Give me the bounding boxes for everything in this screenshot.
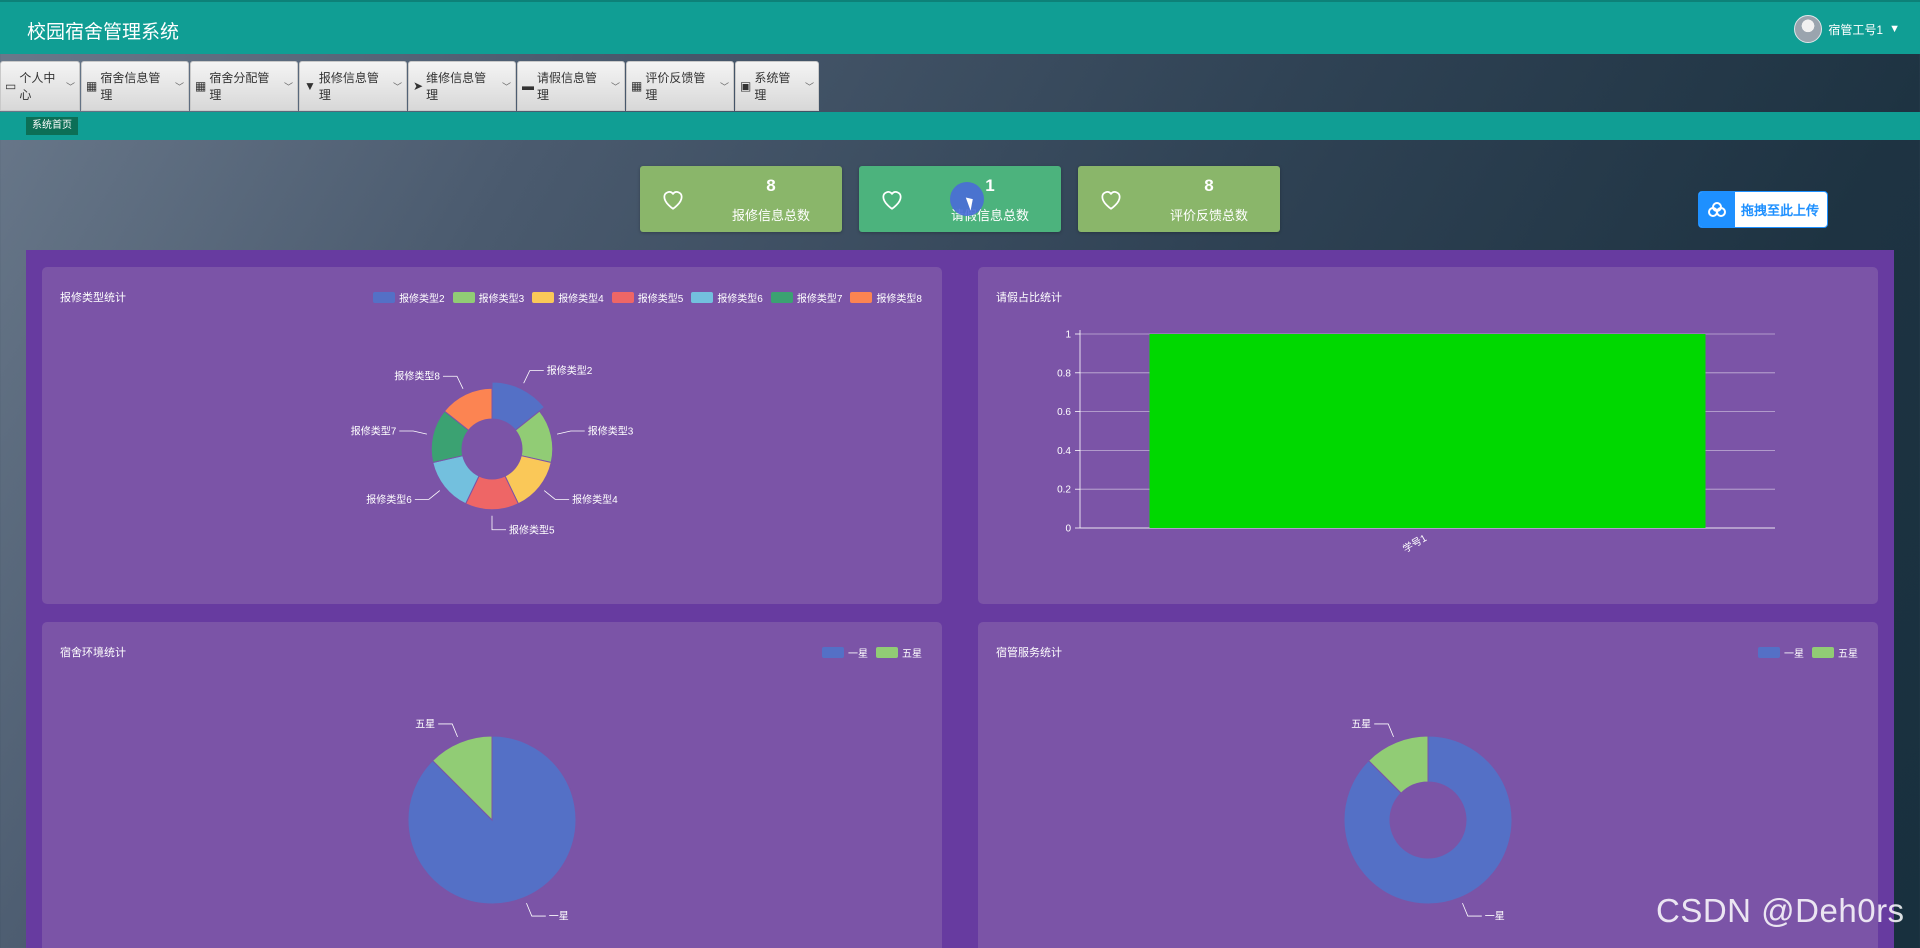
stat-value: 8	[766, 176, 776, 195]
env-chart: 一星 五星	[407, 718, 577, 923]
slice-label: 报修类型3	[588, 425, 634, 438]
y-tick-label: 0.8	[1057, 368, 1071, 379]
label-line	[414, 490, 441, 500]
slice-label: 报修类型2	[547, 364, 593, 377]
nav-item-2[interactable]: ▦ 宿舍分配管理 ﹀	[190, 61, 298, 111]
breadcrumb-home[interactable]: 系统首页	[26, 117, 78, 135]
stat-label: 请假信息总数	[950, 208, 1029, 223]
nav-item-4[interactable]: ➤ 维修信息管理 ﹀	[408, 61, 516, 111]
nav-item-5[interactable]: ▬ 请假信息管理 ﹀	[517, 61, 625, 111]
nav-item-7[interactable]: ▣ 系统管理 ﹀	[735, 61, 819, 111]
nav-item-0[interactable]: ▭ 个人中心 ﹀	[0, 61, 80, 111]
charts-area: 报修类型统计 报修类型2 报修类型3 报修类型4 报修类型5 报修类型6 报修类型7 报修类…	[26, 250, 1894, 948]
panel-env: 宿舍环境统计 一星 五星 一星 五星	[42, 622, 942, 948]
panel-leave-ratio: 请假占比统计 0 0.2 0.4 0.6 0.8 1 学号1	[978, 267, 1878, 604]
repair-type-chart: 报修类型2 报修类型3 报修类型4 报修类型5 报修类型6 报修类型7 报修类型8	[351, 364, 634, 536]
nav-item-label: 宿舍信息管理	[100, 71, 161, 102]
slice-label: 一星	[1485, 911, 1505, 923]
slice-label: 五星	[1351, 718, 1371, 730]
nav-item-3[interactable]: ▼ 报修信息管理 ﹀	[299, 61, 407, 111]
stat-value: 1	[985, 176, 995, 195]
slice-label: 报修类型4	[572, 493, 618, 506]
leave-ratio-chart: 0 0.2 0.4 0.6 0.8 1 学号1	[1057, 330, 1775, 555]
user-label[interactable]: 宿管工号1	[1828, 21, 1883, 38]
bar	[1149, 334, 1706, 528]
main-nav: ▭ 个人中心 ﹀ ▦ 宿舍信息管理 ﹀ ▦ 宿舍分配管理 ﹀ ▼ 报修信息管理 ﹀ ➤ 维修信息管理 ﹀ ▬ 请…	[0, 61, 820, 111]
label-line	[556, 430, 585, 435]
label-line	[442, 375, 464, 390]
caret-down-icon[interactable]: ▼	[1889, 23, 1900, 35]
nav-icon: ▦	[195, 79, 207, 93]
x-tick-label: 学号1	[1400, 531, 1429, 555]
slice-label: 五星	[415, 718, 435, 730]
stat-label: 评价反馈总数	[1169, 208, 1248, 223]
y-tick-label: 1	[1065, 330, 1071, 341]
nav-icon: ➤	[413, 79, 424, 93]
watermark: CSDN @Deh0rs	[1656, 892, 1905, 929]
nav-icon: ▼	[304, 79, 316, 93]
nav-icon: ▦	[631, 79, 643, 93]
nav-item-label: 维修信息管理	[426, 71, 487, 102]
nav-item-label: 请假信息管理	[537, 71, 598, 102]
heart-icon	[882, 191, 902, 210]
nav-icon: ▭	[5, 79, 17, 93]
stat-card-feedback[interactable]: 8 评价反馈总数	[1078, 166, 1280, 232]
nav-item-6[interactable]: ▦ 评价反馈管理 ﹀	[626, 61, 734, 111]
avatar[interactable]	[1794, 15, 1823, 43]
slice-label: 报修类型7	[351, 425, 397, 438]
user-menu[interactable]: 宿管工号1 ▼	[1794, 15, 1900, 43]
chevron-down-icon: ﹀	[610, 81, 620, 92]
stat-value: 8	[1204, 176, 1214, 195]
heart-icon	[663, 191, 683, 210]
label-line	[491, 515, 506, 531]
chevron-down-icon: ﹀	[174, 81, 184, 92]
nav-item-label: 个人中心	[19, 71, 56, 102]
chevron-down-icon: ﹀	[392, 81, 402, 92]
y-tick-label: 0.2	[1057, 485, 1071, 496]
slice-label: 报修类型5	[509, 523, 555, 536]
stat-card-repair[interactable]: 8 报修信息总数	[640, 166, 842, 232]
nav-icon: ▬	[522, 79, 534, 93]
nav-item-label: 报修信息管理	[318, 71, 379, 102]
app-title: 校园宿舍管理系统	[27, 22, 180, 43]
y-tick-label: 0.4	[1057, 446, 1071, 457]
y-tick-label: 0.6	[1057, 407, 1071, 418]
slice-label: 一星	[549, 911, 569, 923]
label-line	[526, 902, 546, 917]
chevron-down-icon: ﹀	[719, 81, 729, 92]
label-line	[523, 370, 544, 384]
breadcrumb-bar: 系统首页	[0, 112, 1920, 140]
chevron-down-icon: ﹀	[65, 81, 75, 92]
heart-icon	[1101, 191, 1121, 210]
stat-label: 报修信息总数	[731, 208, 810, 223]
nav-icon: ▣	[740, 79, 752, 93]
label-line	[399, 430, 428, 435]
nav-icon: ▦	[86, 79, 98, 93]
label-line	[438, 723, 458, 738]
label-line	[1462, 902, 1482, 917]
chevron-down-icon: ﹀	[283, 81, 293, 92]
panel-repair-type: 报修类型统计 报修类型2 报修类型3 报修类型4 报修类型5 报修类型6 报修类型7 报修类…	[42, 267, 942, 604]
nav-item-1[interactable]: ▦ 宿舍信息管理 ﹀	[81, 61, 189, 111]
top-header: 校园宿舍管理系统 宿管工号1 ▼	[0, 0, 1920, 54]
slice-label: 报修类型6	[366, 493, 412, 506]
nav-item-label: 系统管理	[754, 71, 791, 102]
y-tick-label: 0	[1065, 524, 1071, 535]
label-line	[543, 490, 570, 500]
nav-item-label: 评价反馈管理	[645, 71, 706, 102]
label-line	[1374, 723, 1394, 738]
drag-upload-button[interactable]: 拖拽至此上传	[1698, 191, 1828, 228]
upload-label: 拖拽至此上传	[1741, 203, 1820, 218]
chevron-down-icon: ﹀	[501, 81, 511, 92]
nav-item-label: 宿舍分配管理	[209, 71, 270, 102]
cloud-upload-icon	[1699, 192, 1735, 227]
chevron-down-icon: ﹀	[804, 81, 814, 92]
slice-label: 报修类型8	[394, 370, 440, 383]
